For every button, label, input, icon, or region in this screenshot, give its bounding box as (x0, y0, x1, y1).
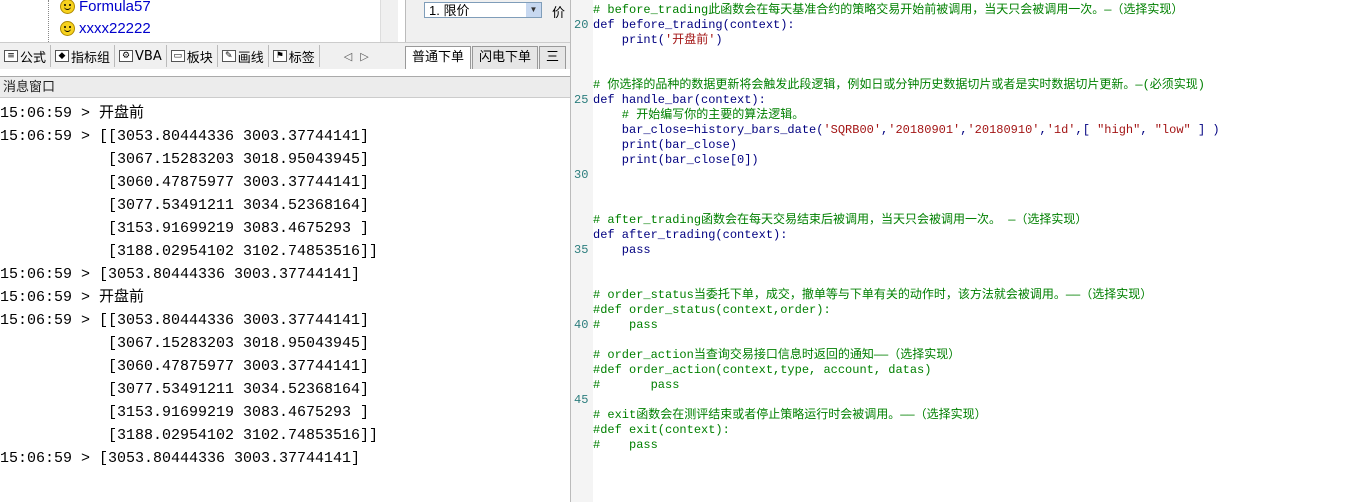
code-line: print(bar_close[0]) (593, 153, 759, 167)
price-label: 价 (552, 6, 566, 21)
code-comment-line: # order_status当委托下单，成交，撤单等与下单有关的动作时，该方法就… (593, 288, 1153, 302)
message-line: [3060.47875977 3003.37744141] (0, 358, 370, 375)
toolbar-scroll-arrows: ◁ ▷ (344, 50, 369, 63)
tree-item-label: xxxx22222 (79, 19, 151, 37)
message-window-body: 15:06:59 > 开盘前 15:06:59 > [[3053.8044433… (0, 102, 570, 502)
code-def-line: def after_trading(context): (593, 228, 788, 242)
message-line: [3153.91699219 3083.4675293 ] (0, 220, 370, 237)
tag-button[interactable]: ⚑ 标签 (269, 45, 320, 67)
message-line: 15:06:59 > [3053.80444336 3003.37744141] (0, 266, 361, 283)
draw-line-button[interactable]: ✎ 画线 (218, 45, 269, 67)
tag-icon: ⚑ (272, 50, 287, 62)
message-line: [3077.53491211 3034.52368164] (0, 197, 370, 214)
tab-third[interactable]: 三 (539, 46, 567, 69)
tree-item-formula57[interactable]: Formula57 (60, 0, 151, 16)
code-comment-line: #def exit(context): (593, 423, 730, 437)
smiley-icon (60, 20, 75, 36)
code-comment-line: # before_trading此函数会在每天基准合约的策略交易开始前被调用，当… (593, 3, 1184, 17)
vba-button-label: VBA (135, 48, 162, 64)
code-line: print('开盘前') (593, 33, 723, 47)
vba-icon: ⚙ (119, 50, 134, 62)
tree-item-label: Formula57 (79, 0, 151, 15)
indicator-group-button-label: 指标组 (71, 50, 111, 66)
line-number: 35 (574, 243, 589, 257)
chevron-down-icon[interactable]: ▼ (526, 3, 541, 17)
code-line: print(bar_close) (593, 138, 738, 152)
scroll-right-icon[interactable]: ▷ (360, 50, 368, 63)
line-number: 25 (574, 93, 589, 107)
message-line: [3153.91699219 3083.4675293 ] (0, 404, 370, 421)
left-panel: Formula57 xxxx22222 1. 限价 ▼ 价 ≡ 公式 ◆ 指标组 ⚙… (0, 0, 571, 502)
formula-button-label: 公式 (20, 50, 47, 66)
message-line: [3077.53491211 3034.52368164] (0, 381, 370, 398)
line-number: 20 (574, 18, 589, 32)
message-line: 15:06:59 > [3053.80444336 3003.37744141] (0, 450, 361, 467)
draw-line-icon: ✎ (221, 50, 236, 62)
order-panel: 1. 限价 ▼ 价 (405, 0, 571, 42)
message-line: 15:06:59 > [[3053.80444336 3003.37744141… (0, 312, 370, 329)
line-number: 30 (574, 168, 589, 182)
code-editor[interactable]: # before_trading此函数会在每天基准合约的策略交易开始前被调用，当… (593, 0, 1371, 502)
code-def-line: def handle_bar(context): (593, 93, 766, 107)
formula-toolbar: ≡ 公式 ◆ 指标组 ⚙ VBA ▭ 板块 ✎ 画线 ⚑ 标签 ◁ ▷ (0, 42, 405, 69)
code-comment-line: #def order_action(context,type, account,… (593, 363, 932, 377)
message-line: [3067.15283203 3018.95043945] (0, 151, 370, 168)
formula-tree: Formula57 xxxx22222 (0, 0, 400, 42)
code-comment-line: # pass (593, 378, 680, 392)
code-comment-line: # 你选择的品种的数据更新将会触发此段逻辑，例如日或分钟历史数据切片或者是实时数… (593, 78, 1206, 92)
message-line: [3188.02954102 3102.74853516]] (0, 243, 379, 260)
message-line: [3188.02954102 3102.74853516]] (0, 427, 379, 444)
message-window-title: 消息窗口 (0, 76, 570, 98)
tab-normal-order[interactable]: 普通下单 (405, 46, 472, 69)
sector-button[interactable]: ▭ 板块 (167, 45, 218, 67)
formula-button[interactable]: ≡ 公式 (0, 45, 52, 67)
line-number: 45 (574, 393, 589, 407)
vba-button[interactable]: ⚙ VBA (115, 45, 167, 67)
message-line: 15:06:59 > 开盘前 (0, 289, 145, 306)
tree-item-xxxx22222[interactable]: xxxx22222 (60, 18, 151, 38)
message-line: [3067.15283203 3018.95043945] (0, 335, 370, 352)
tag-button-label: 标签 (288, 50, 315, 66)
code-comment-line: # order_action当查询交易接口信息时返回的通知——（选择实现） (593, 348, 961, 362)
message-line: [3060.47875977 3003.37744141] (0, 174, 370, 191)
message-line: 15:06:59 > 开盘前 (0, 105, 145, 122)
formula-icon: ≡ (4, 50, 18, 62)
tab-flash-order[interactable]: 闪电下单 (472, 46, 539, 69)
code-comment-line: # 开始编写你的主要的算法逻辑。 (593, 108, 805, 122)
code-line: pass (593, 243, 651, 257)
order-type-value: 1. 限价 (429, 3, 470, 18)
tree-connector (48, 0, 50, 42)
tree-scrollbar[interactable] (380, 0, 398, 42)
code-comment-line: # pass (593, 318, 658, 332)
code-comment-line: # after_trading函数会在每天交易结束后被调用，当天只会被调用一次。… (593, 213, 1088, 227)
code-comment-line: #def order_status(context,order): (593, 303, 831, 317)
code-def-line: def before_trading(context): (593, 18, 795, 32)
code-comment-line: # pass (593, 438, 658, 452)
code-line: bar_close=history_bars_date('SQRB00','20… (593, 123, 1220, 137)
code-comment-line: # exit函数会在测评结束或者停止策略运行时会被调用。——（选择实现） (593, 408, 987, 422)
draw-line-button-label: 画线 (237, 50, 264, 66)
indicator-group-icon: ◆ (55, 50, 70, 62)
order-tabs: 普通下单 闪电下单 三 (405, 42, 570, 69)
line-number: 40 (574, 318, 589, 332)
indicator-group-button[interactable]: ◆ 指标组 (51, 45, 116, 67)
order-type-select[interactable]: 1. 限价 ▼ (424, 2, 542, 18)
message-line: 15:06:59 > [[3053.80444336 3003.37744141… (0, 128, 370, 145)
sector-icon: ▭ (170, 50, 185, 62)
scroll-left-icon[interactable]: ◁ (344, 50, 352, 63)
smiley-icon (60, 0, 75, 14)
sector-button-label: 板块 (186, 50, 213, 66)
